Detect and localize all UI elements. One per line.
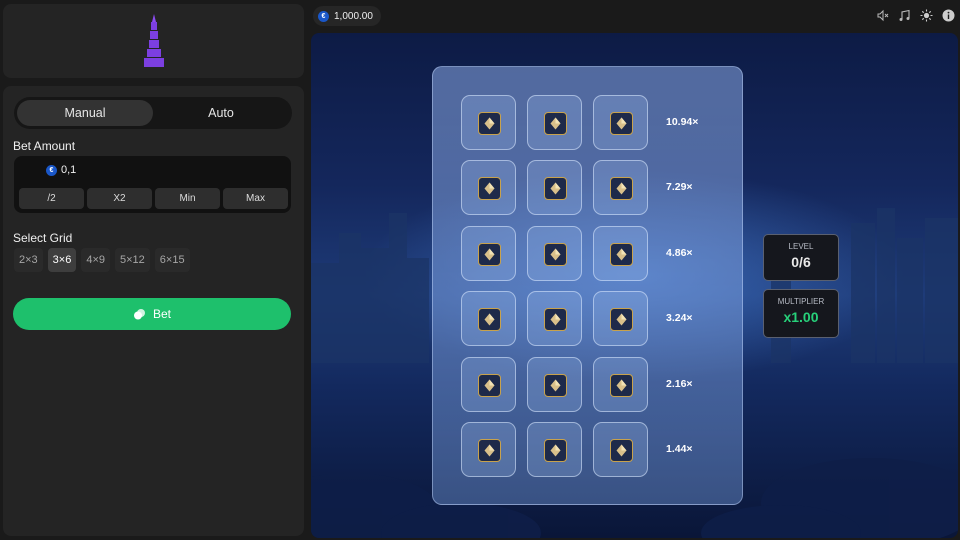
bet-control-panel: Manual Auto Bet Amount € 0,1 /2 X2 Min M… (3, 86, 304, 536)
game-board: 10.94× 7.29× 4.86× 3.24× 2.16× 1.44× (432, 66, 743, 505)
select-grid-label: Select Grid (13, 231, 73, 245)
balance-display: € 1,000.00 (313, 6, 381, 26)
mode-toggle: Manual Auto (14, 97, 292, 129)
half-bet-button[interactable]: /2 (19, 188, 84, 209)
board-tile[interactable] (461, 225, 516, 281)
board-tile[interactable] (527, 225, 582, 281)
diamond-icon (544, 177, 567, 201)
game-area: 10.94× 7.29× 4.86× 3.24× 2.16× 1.44× LEVEL 0/… (311, 33, 958, 538)
balance-value: 1,000.00 (334, 10, 373, 22)
brightness-icon[interactable] (920, 9, 933, 22)
diamond-icon (544, 308, 567, 332)
diamond-icon (478, 242, 501, 266)
diamond-icon (610, 373, 633, 397)
coin-icon: € (46, 164, 57, 176)
diamond-icon (478, 373, 501, 397)
row-multiplier: 3.24× (666, 312, 693, 325)
double-bet-button[interactable]: X2 (87, 188, 152, 209)
diamond-icon (544, 439, 567, 462)
board-tile[interactable] (461, 95, 516, 150)
level-value: 0/6 (791, 254, 811, 270)
diamond-icon (544, 112, 567, 135)
tab-manual[interactable]: Manual (17, 100, 153, 126)
music-icon[interactable] (898, 9, 911, 22)
board-tile[interactable] (593, 422, 648, 477)
info-icon[interactable] (942, 9, 955, 22)
diamond-icon (478, 308, 501, 332)
board-tile[interactable] (461, 291, 516, 347)
board-tile[interactable] (527, 422, 582, 477)
tower-icon (144, 14, 164, 67)
diamond-icon (478, 112, 501, 135)
level-box: LEVEL 0/6 (763, 234, 839, 281)
board-tile[interactable] (461, 356, 516, 412)
board-tile[interactable] (593, 291, 648, 347)
grid-option-3x6[interactable]: 3×6 (47, 248, 77, 272)
grid-option-2x3[interactable]: 2×3 (14, 248, 43, 272)
grid-option-4x9[interactable]: 4×9 (81, 248, 111, 272)
board-tile[interactable] (527, 95, 582, 150)
diamond-icon (610, 308, 633, 332)
multiplier-label: MULTIPLIER (777, 297, 825, 306)
board-tile[interactable] (593, 356, 648, 412)
bet-button[interactable]: Bet (13, 298, 291, 330)
multiplier-value: x1.00 (783, 309, 819, 325)
board-tile[interactable] (593, 225, 648, 281)
diamond-icon (610, 242, 633, 266)
board-tile[interactable] (593, 160, 648, 216)
min-bet-button[interactable]: Min (155, 188, 220, 209)
board-tile[interactable] (593, 95, 648, 150)
bet-amount-value: 0,1 (61, 164, 77, 176)
board-tile[interactable] (527, 291, 582, 347)
diamond-icon (544, 242, 567, 266)
row-multiplier: 7.29× (666, 181, 693, 194)
chips-icon (133, 308, 145, 319)
diamond-icon (610, 112, 633, 135)
diamond-icon (610, 439, 633, 462)
multiplier-box: MULTIPLIER x1.00 (763, 289, 839, 338)
board-tile[interactable] (461, 422, 516, 477)
bet-amount-input[interactable]: € 0,1 (46, 164, 76, 176)
row-multiplier: 2.16× (666, 377, 693, 390)
bet-amount-label: Bet Amount (13, 139, 76, 153)
diamond-icon (610, 177, 633, 201)
diamond-icon (478, 177, 501, 201)
coin-icon: € (318, 10, 329, 22)
diamond-icon (478, 439, 501, 462)
game-logo-panel (3, 4, 304, 78)
bet-amount-box: € 0,1 /2 X2 Min Max (14, 156, 291, 213)
bet-button-label: Bet (152, 307, 171, 321)
diamond-icon (544, 373, 567, 397)
row-multiplier: 4.86× (666, 246, 693, 259)
board-tile[interactable] (527, 356, 582, 412)
grid-option-6x15[interactable]: 6×15 (154, 248, 190, 272)
row-multiplier: 1.44× (666, 443, 693, 455)
tab-auto[interactable]: Auto (153, 100, 289, 126)
board-tile[interactable] (527, 160, 582, 216)
volume-icon[interactable] (876, 9, 889, 22)
grid-option-5x12[interactable]: 5×12 (115, 248, 150, 272)
board-tile[interactable] (461, 160, 516, 216)
max-bet-button[interactable]: Max (223, 188, 288, 209)
row-multiplier: 10.94× (666, 116, 699, 128)
top-toolbar (876, 9, 955, 22)
level-label: LEVEL (788, 242, 814, 251)
grid-options: 2×3 3×6 4×9 5×12 6×15 (14, 248, 190, 272)
